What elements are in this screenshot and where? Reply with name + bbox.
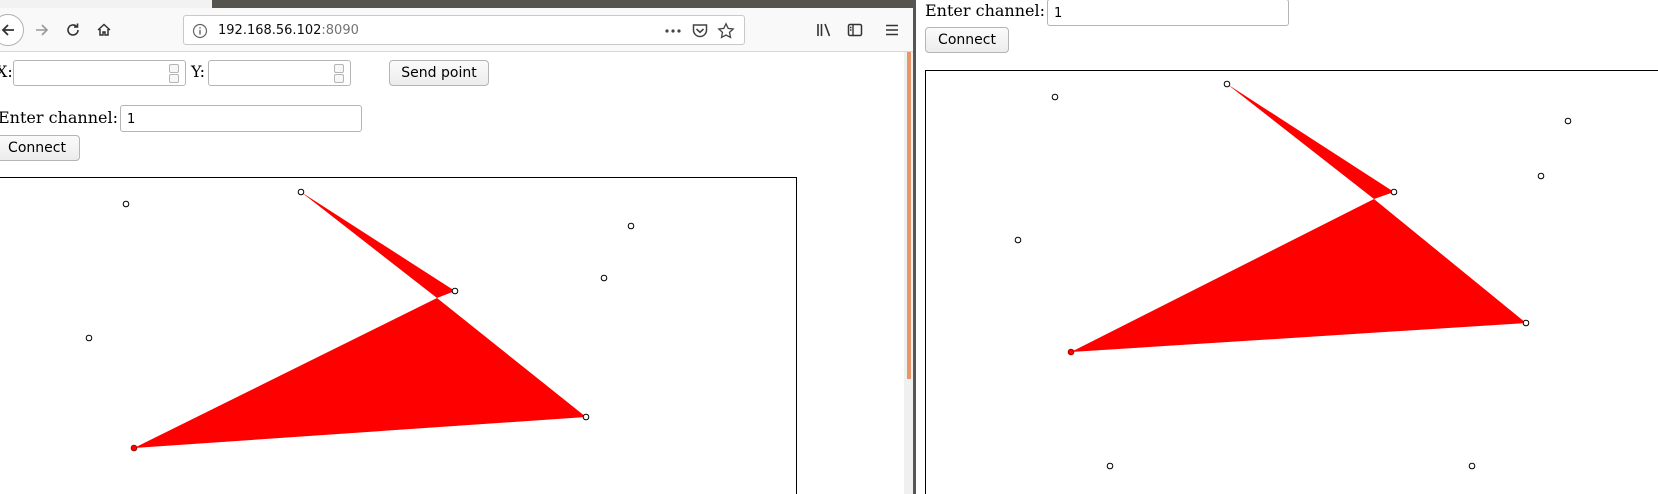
channel-input[interactable]: 1 — [120, 105, 362, 132]
library-icon — [817, 23, 831, 37]
reload-icon — [67, 23, 79, 36]
more-icon[interactable] — [664, 22, 682, 40]
point-marker — [600, 274, 608, 282]
x-label: X: — [0, 62, 13, 81]
send-point-button[interactable]: Send point — [389, 60, 489, 86]
home-button[interactable] — [88, 14, 120, 46]
point-marker — [1014, 236, 1022, 244]
x-input[interactable] — [13, 60, 186, 86]
point-marker — [85, 334, 93, 342]
drawing-canvas-right[interactable] — [925, 70, 1658, 494]
drawing-canvas[interactable] — [0, 177, 797, 494]
connect-button[interactable]: Connect — [0, 135, 80, 161]
y-spinner[interactable] — [334, 64, 344, 83]
point-marker — [130, 444, 138, 452]
back-button[interactable] — [0, 14, 24, 46]
right-browser-window: Enter channel: 1 Connect — [916, 0, 1658, 494]
point-marker — [451, 287, 459, 295]
url-text: 192.168.56.102:8090 — [218, 23, 359, 38]
point-marker — [1522, 319, 1530, 327]
point-marker — [1223, 80, 1231, 88]
left-browser-window: 192.168.56.102:8090 X: Y: Send point Ent… — [0, 0, 913, 494]
red-polygon — [134, 298, 586, 448]
forward-button[interactable] — [26, 14, 58, 46]
canvas-drawing-right — [1014, 80, 1572, 470]
point-marker — [1067, 348, 1075, 356]
library-button[interactable] — [808, 14, 840, 46]
menu-button[interactable] — [876, 14, 908, 46]
point-marker — [1051, 93, 1059, 101]
point-marker — [582, 413, 590, 421]
channel-label-right: Enter channel: — [925, 1, 1046, 20]
menu-icon — [886, 24, 898, 36]
back-arrow-icon — [1, 24, 14, 36]
red-polygon — [1071, 199, 1526, 352]
navigation-toolbar: 192.168.56.102:8090 — [0, 8, 913, 52]
forward-arrow-icon — [36, 24, 49, 36]
red-polygon — [1227, 84, 1394, 199]
page-content: X: Y: Send point Enter channel: 1 Connec… — [0, 52, 904, 494]
point-marker — [627, 222, 635, 230]
scrollbar-thumb[interactable] — [907, 52, 911, 379]
canvas-drawing — [85, 188, 635, 452]
info-icon[interactable] — [192, 23, 208, 39]
y-input[interactable] — [208, 60, 351, 86]
x-spinner[interactable] — [169, 64, 179, 83]
y-label: Y: — [191, 62, 205, 81]
point-marker — [122, 200, 130, 208]
sidebar-button[interactable] — [839, 14, 871, 46]
tab-strip — [0, 0, 913, 8]
point-marker — [1390, 188, 1398, 196]
tab-strip-dark-area — [212, 0, 913, 8]
channel-label: Enter channel: — [0, 108, 119, 127]
url-port: :8090 — [321, 23, 359, 38]
connect-button-right[interactable]: Connect — [925, 27, 1009, 53]
url-host: 192.168.56.102 — [218, 23, 322, 38]
address-bar[interactable]: 192.168.56.102:8090 — [183, 15, 745, 45]
reload-button[interactable] — [57, 14, 89, 46]
page-scrollbar[interactable] — [904, 52, 913, 494]
point-marker — [297, 188, 305, 196]
channel-input-right[interactable]: 1 — [1047, 0, 1289, 26]
home-icon — [97, 23, 111, 36]
red-polygon — [301, 192, 455, 298]
point-marker — [1468, 462, 1476, 470]
point-marker — [1106, 462, 1114, 470]
point-marker — [1537, 172, 1545, 180]
star-icon[interactable] — [717, 22, 735, 40]
point-marker — [1564, 117, 1572, 125]
sidebar-icon — [847, 23, 863, 37]
pocket-icon[interactable] — [691, 22, 709, 40]
